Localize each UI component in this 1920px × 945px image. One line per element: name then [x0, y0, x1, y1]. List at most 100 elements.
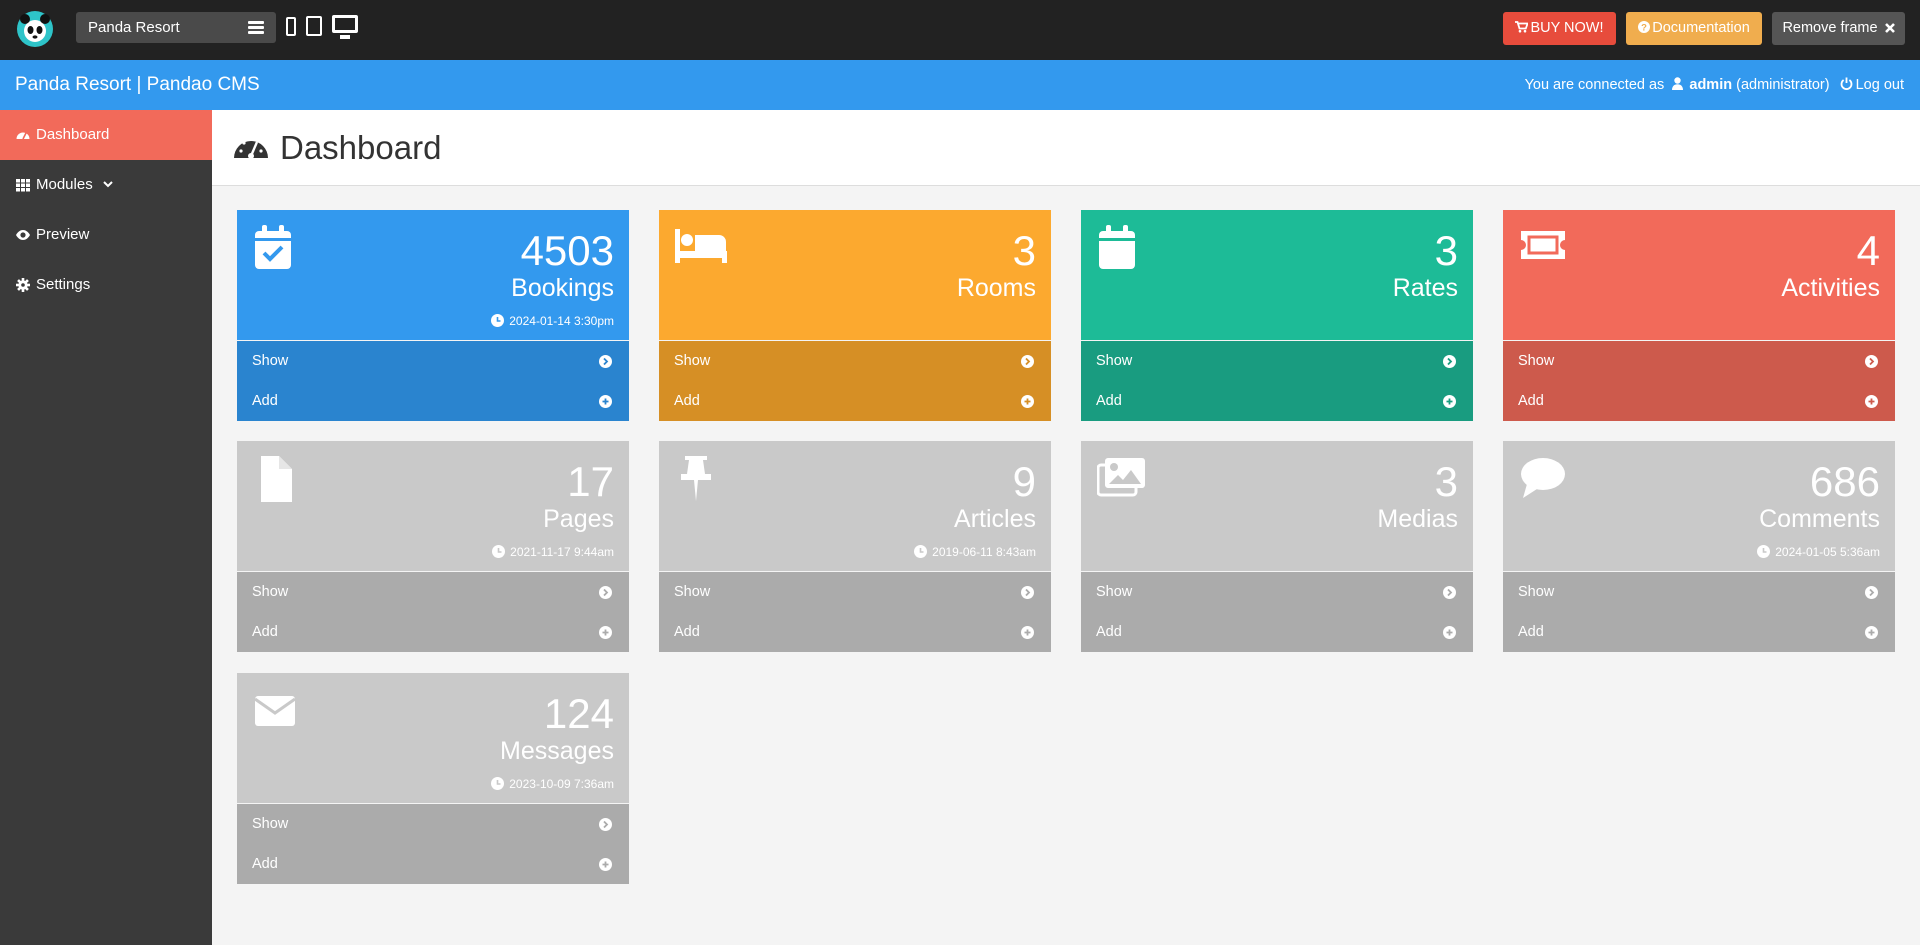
sidebar-item-settings[interactable]: Settings [0, 260, 212, 310]
sidebar-item-label: Preview [36, 226, 90, 243]
tile-show-link[interactable]: Show [237, 804, 629, 844]
tile-count: 3 [1434, 227, 1458, 274]
tile-summary: 9 Articles 2019-06-11 8:43am [659, 441, 1051, 571]
tile-date: 2021-11-17 9:44am [492, 545, 614, 559]
file-icon [261, 456, 292, 502]
sidebar-item-modules[interactable]: Modules [0, 160, 212, 210]
documentation-button[interactable]: ? Documentation [1626, 12, 1762, 45]
arrow-circle-right-icon [1865, 355, 1878, 368]
tile-label: Articles [954, 505, 1036, 533]
brand-title[interactable]: Panda Resort | Pandao CMS [15, 60, 260, 110]
phone-icon[interactable] [286, 17, 296, 36]
tile-label: Medias [1377, 505, 1458, 533]
tile-date: 2024-01-05 5:36am [1757, 545, 1880, 559]
tablet-icon[interactable] [306, 16, 322, 36]
clock-icon [491, 777, 505, 790]
gear-icon [16, 278, 30, 292]
tile-show-link[interactable]: Show [659, 341, 1051, 381]
tile-label: Rates [1392, 274, 1458, 302]
panda-logo[interactable] [16, 10, 54, 48]
page-header: Dashboard [212, 110, 1920, 186]
calendar-icon [1099, 225, 1135, 269]
show-label: Show [252, 584, 289, 600]
menu-icon [248, 21, 264, 34]
tile-medias: 3 Medias Show Add [1081, 441, 1473, 652]
tile-label: Rooms [956, 274, 1036, 302]
tile-count: 4 [1856, 227, 1880, 274]
tile-label: Bookings [511, 274, 614, 302]
tile-summary: 3 Rates [1081, 210, 1473, 340]
close-icon [1884, 23, 1895, 33]
sidebar-item-preview[interactable]: Preview [0, 210, 212, 260]
add-label: Add [252, 624, 278, 640]
grid-icon [16, 179, 30, 192]
connected-text: You are connected as [1524, 77, 1665, 93]
plus-circle-icon [1021, 395, 1034, 408]
tile-add-link[interactable]: Add [659, 612, 1051, 652]
tile-articles: 9 Articles 2019-06-11 8:43am Show Add [659, 441, 1051, 652]
tile-count: 3 [1012, 227, 1036, 274]
show-label: Show [1096, 353, 1133, 369]
question-icon: ? [1638, 21, 1651, 34]
eye-icon [16, 230, 30, 240]
tile-date: 2023-10-09 7:36am [491, 777, 614, 791]
svg-text:?: ? [1641, 23, 1647, 34]
plus-circle-icon [1443, 626, 1456, 639]
tile-add-link[interactable]: Add [237, 844, 629, 884]
tile-show-link[interactable]: Show [237, 341, 629, 381]
plus-circle-icon [599, 858, 612, 871]
tile-count: 17 [567, 458, 614, 505]
tile-label: Activities [1781, 274, 1880, 302]
tile-add-link[interactable]: Add [1503, 381, 1895, 421]
tile-show-link[interactable]: Show [1503, 341, 1895, 381]
clock-icon [914, 545, 928, 558]
tile-date-text: 2019-06-11 8:43am [932, 545, 1036, 559]
buy-now-button[interactable]: BUY NOW! [1503, 12, 1616, 45]
tile-count: 3 [1434, 458, 1458, 505]
tile-add-link[interactable]: Add [237, 381, 629, 421]
tile-add-link[interactable]: Add [659, 381, 1051, 421]
site-select[interactable]: Panda Resort [76, 12, 276, 43]
user-info: You are connected as admin (administrato… [1525, 60, 1904, 110]
clock-icon [492, 545, 506, 558]
sidebar: Dashboard Modules Preview Settings [0, 110, 212, 945]
desktop-icon[interactable] [332, 15, 358, 39]
add-label: Add [1518, 624, 1544, 640]
tile-date-text: 2023-10-09 7:36am [509, 777, 614, 791]
documentation-label: Documentation [1652, 20, 1750, 36]
tile-messages: 124 Messages 2023-10-09 7:36am Show Add [237, 673, 629, 884]
tile-summary: 3 Rooms [659, 210, 1051, 340]
site-select-value: Panda Resort [88, 19, 180, 36]
tile-show-link[interactable]: Show [1081, 572, 1473, 612]
tile-add-link[interactable]: Add [1081, 612, 1473, 652]
tile-rates: 3 Rates Show Add [1081, 210, 1473, 421]
sidebar-item-label: Dashboard [36, 126, 110, 143]
tile-summary: 4503 Bookings 2024-01-14 3:30pm [237, 210, 629, 340]
tile-count: 686 [1809, 458, 1880, 505]
tile-count: 124 [543, 690, 614, 737]
tile-show-link[interactable]: Show [1081, 341, 1473, 381]
add-label: Add [674, 393, 700, 409]
tile-summary: 3 Medias [1081, 441, 1473, 571]
tile-show-link[interactable]: Show [1503, 572, 1895, 612]
tile-add-link[interactable]: Add [1081, 381, 1473, 421]
cart-icon [1515, 21, 1530, 33]
logout-link[interactable]: Log out [1834, 77, 1904, 93]
tile-bookings: 4503 Bookings 2024-01-14 3:30pm Show Add [237, 210, 629, 421]
tile-add-link[interactable]: Add [237, 612, 629, 652]
tile-comments: 686 Comments 2024-01-05 5:36am Show Add [1503, 441, 1895, 652]
power-icon [1840, 77, 1852, 90]
tile-add-link[interactable]: Add [1503, 612, 1895, 652]
add-label: Add [1096, 624, 1122, 640]
show-label: Show [1096, 584, 1133, 600]
tile-show-link[interactable]: Show [659, 572, 1051, 612]
admin-header: Panda Resort | Pandao CMS You are connec… [0, 60, 1920, 110]
logout-label: Log out [1855, 77, 1904, 93]
show-label: Show [1518, 353, 1555, 369]
tile-label: Pages [543, 505, 614, 533]
tile-show-link[interactable]: Show [237, 572, 629, 612]
remove-frame-label: Remove frame [1782, 20, 1878, 36]
sidebar-item-dashboard[interactable]: Dashboard [0, 110, 212, 160]
arrow-circle-right-icon [1021, 586, 1034, 599]
remove-frame-button[interactable]: Remove frame [1772, 12, 1905, 45]
